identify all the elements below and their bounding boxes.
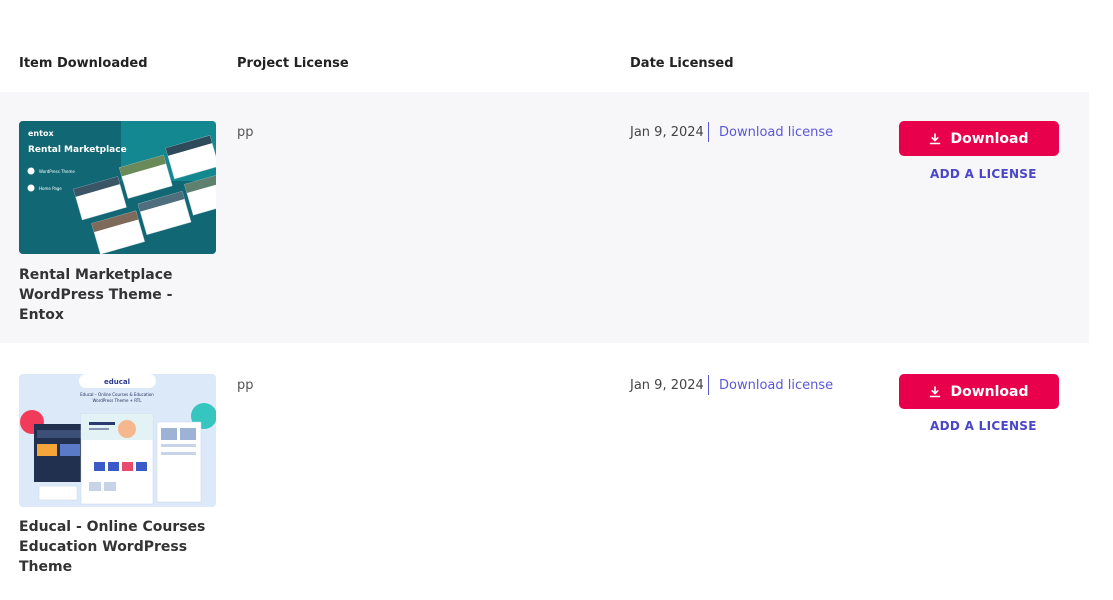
download-button-label: Download [950, 383, 1029, 400]
table-row: entox Rental Marketplace WordPress Theme… [0, 92, 1089, 343]
download-button-label: Download [950, 130, 1029, 147]
column-header-license: Project License [237, 56, 349, 71]
download-license-link[interactable]: Download license [719, 125, 833, 140]
thumb-caption-1: WordPress Theme + RTL [93, 398, 143, 403]
divider [708, 122, 709, 142]
project-license-value: pp [237, 125, 254, 140]
thumb-caption-2: Home Page [39, 186, 62, 191]
download-button[interactable]: Download [899, 121, 1059, 156]
column-header-date: Date Licensed [630, 56, 734, 71]
item-thumbnail[interactable]: educal Educal – Online Courses & Educati… [19, 374, 216, 507]
table-row: educal Educal – Online Courses & Educati… [0, 343, 1089, 600]
project-license-value: pp [237, 378, 254, 393]
download-icon [929, 132, 941, 145]
add-license-link[interactable]: ADD A LICENSE [930, 419, 1037, 433]
add-license-link[interactable]: ADD A LICENSE [930, 167, 1037, 181]
table-header: Item Downloaded Project License Date Lic… [0, 0, 1089, 92]
thumb-headline: Educal – Online Courses & Education [80, 392, 154, 397]
item-title[interactable]: Rental Marketplace WordPress Theme - Ent… [19, 265, 219, 325]
thumb-caption-1: WordPress Theme [39, 169, 75, 174]
thumb-brand: entox [28, 129, 54, 138]
download-license-link[interactable]: Download license [719, 378, 833, 393]
thumb-brand: educal [104, 378, 130, 386]
divider [708, 375, 709, 395]
item-title[interactable]: Educal - Online Courses Education WordPr… [19, 517, 219, 577]
download-button[interactable]: Download [899, 374, 1059, 409]
item-thumbnail[interactable]: entox Rental Marketplace WordPress Theme… [19, 121, 216, 254]
date-licensed: Jan 9, 2024 [630, 378, 704, 393]
date-licensed: Jan 9, 2024 [630, 125, 704, 140]
column-header-item: Item Downloaded [19, 56, 148, 71]
download-icon [929, 385, 941, 398]
thumb-headline: Rental Marketplace [28, 145, 127, 155]
